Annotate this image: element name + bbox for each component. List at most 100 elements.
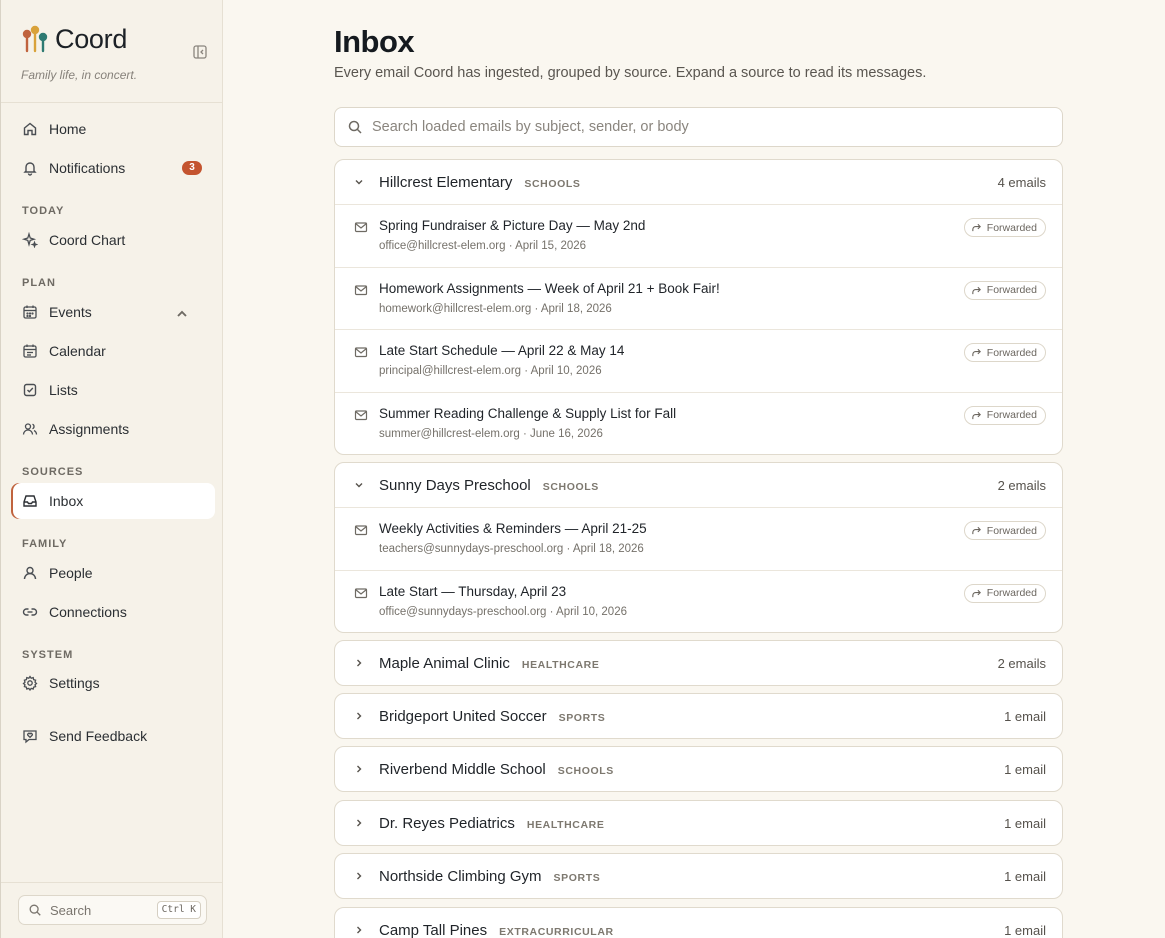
sidebar-footer: Search Ctrl K — [1, 882, 223, 938]
nav-item-calendar[interactable]: Calendar — [11, 333, 215, 369]
nav-item-connections[interactable]: Connections — [11, 594, 215, 630]
nav-item-send-feedback[interactable]: Send Feedback — [11, 718, 215, 754]
brand-tagline: Family life, in concert. — [21, 68, 138, 82]
email-meta: office@sunnydays-preschool.org · April 1… — [379, 605, 627, 618]
collapse-sidebar-icon[interactable] — [192, 44, 208, 60]
nav-item-home[interactable]: Home — [11, 111, 215, 147]
mail-icon — [354, 347, 368, 358]
source-category-tag: HEALTHCARE — [526, 818, 605, 831]
source-group-header[interactable]: Bridgeport United Soccer SPORTS 1 email — [335, 694, 1062, 738]
source-name-text: Dr. Reyes Pediatrics — [379, 814, 515, 832]
email-subject: Spring Fundraiser & Picture Day — May 2n… — [379, 218, 646, 233]
nav-item-events[interactable]: Events — [11, 294, 215, 330]
chevron-right-icon — [357, 819, 362, 827]
nav-label-home: Home — [49, 121, 87, 137]
chevron-right-icon — [357, 926, 362, 934]
nav-item-assignments[interactable]: Assignments — [11, 411, 215, 447]
forward-arrow-icon — [972, 286, 981, 294]
email-row[interactable]: Homework Assignments — Week of April 21 … — [335, 266, 1062, 330]
source-name-text: Northside Climbing Gym — [379, 867, 542, 885]
calendar-grid-icon — [23, 305, 37, 319]
section-label-sources: SOURCES — [22, 466, 84, 478]
source-group-header[interactable]: Maple Animal Clinic HEALTHCARE 2 emails — [335, 641, 1062, 685]
email-row[interactable]: Late Start Schedule — April 22 & May 14 p… — [335, 329, 1062, 392]
forwarded-label: Forwarded — [986, 587, 1037, 599]
source-group-header[interactable]: Sunny Days Preschool SCHOOLS 2 emails — [335, 463, 1062, 507]
source-group-header[interactable]: Riverbend Middle School SCHOOLS 1 email — [335, 747, 1062, 791]
source-category-tag: EXTRACURRICULAR — [499, 925, 614, 938]
mail-icon — [354, 409, 368, 420]
forward-arrow-icon — [972, 348, 981, 357]
email-meta: office@hillcrest-elem.org · April 15, 20… — [379, 240, 587, 252]
section-label-system: SYSTEM — [22, 649, 74, 661]
source-group-header[interactable]: Dr. Reyes Pediatrics HEALTHCARE 1 email — [335, 801, 1062, 845]
source-group: Dr. Reyes Pediatrics HEALTHCARE 1 email — [334, 800, 1063, 846]
nav-item-coord-chart[interactable]: Coord Chart — [11, 222, 215, 258]
forwarded-badge: Forwarded — [963, 280, 1046, 300]
source-name-text: Camp Tall Pines — [379, 921, 488, 938]
nav-item-notifications[interactable]: Notifications 3 — [11, 150, 215, 186]
source-category-tag: SCHOOLS — [542, 480, 599, 493]
source-group: Bridgeport United Soccer SPORTS 1 email — [334, 693, 1063, 739]
source-group-header[interactable]: Northside Climbing Gym SPORTS 1 email — [335, 854, 1062, 898]
sidebar: Coord Family life, in concert. Home Noti… — [0, 0, 223, 938]
sidebar-search-button[interactable]: Search Ctrl K — [18, 895, 207, 925]
source-name: Northside Climbing Gym SPORTS — [379, 868, 600, 885]
notifications-badge: 3 — [182, 161, 202, 175]
calendar-icon — [23, 344, 37, 358]
mail-icon — [354, 284, 368, 295]
forwarded-label: Forwarded — [986, 284, 1037, 296]
forward-arrow-icon — [972, 526, 981, 535]
source-name: Maple Animal Clinic HEALTHCARE — [379, 655, 599, 672]
nav-item-settings[interactable]: Settings — [11, 665, 215, 701]
email-search-box[interactable] — [334, 107, 1063, 147]
mail-icon — [354, 587, 368, 598]
forwarded-badge: Forwarded — [963, 583, 1046, 603]
source-name-text: Sunny Days Preschool — [379, 476, 531, 494]
section-label-today: TODAY — [22, 205, 65, 217]
email-search-input[interactable] — [372, 119, 1012, 135]
source-email-count: 4 emails — [997, 174, 1046, 190]
source-group: Camp Tall Pines EXTRACURRICULAR 1 email — [334, 907, 1063, 938]
source-group-header[interactable]: Camp Tall Pines EXTRACURRICULAR 1 email — [335, 908, 1062, 938]
email-row[interactable]: Summer Reading Challenge & Supply List f… — [335, 391, 1062, 455]
source-email-count: 1 email — [1004, 761, 1046, 777]
email-subject: Homework Assignments — Week of April 21 … — [379, 280, 720, 296]
chevron-up-icon[interactable] — [174, 306, 190, 322]
source-category-tag: SPORTS — [553, 871, 601, 884]
email-row[interactable]: Late Start — Thursday, April 23 office@su… — [335, 569, 1062, 633]
email-row[interactable]: Weekly Activities & Reminders — April 21… — [335, 507, 1062, 570]
home-icon — [23, 122, 37, 136]
source-name: Bridgeport United Soccer SPORTS — [379, 708, 605, 725]
nav-label-people: People — [49, 565, 93, 581]
source-name-text: Hillcrest Elementary — [379, 173, 513, 191]
checkbox-icon — [23, 383, 37, 397]
bell-icon — [23, 162, 37, 176]
email-meta: teachers@sunnydays-preschool.org · April… — [379, 543, 644, 555]
nav-label-connections: Connections — [49, 604, 127, 620]
source-email-count: 2 emails — [997, 655, 1046, 671]
source-group: Maple Animal Clinic HEALTHCARE 2 emails — [334, 640, 1063, 686]
nav-item-inbox[interactable]: Inbox — [11, 483, 215, 519]
forward-arrow-icon — [972, 589, 981, 597]
forwarded-badge: Forwarded — [963, 218, 1046, 237]
source-group-header[interactable]: Hillcrest Elementary SCHOOLS 4 emails — [335, 160, 1062, 204]
source-email-count: 1 email — [1004, 922, 1046, 938]
nav-item-lists[interactable]: Lists — [11, 372, 215, 408]
source-name: Sunny Days Preschool SCHOOLS — [379, 477, 599, 494]
source-name-text: Maple Animal Clinic — [379, 654, 510, 672]
nav-label-calendar: Calendar — [49, 343, 106, 359]
source-email-count: 2 emails — [997, 477, 1046, 493]
email-subject: Summer Reading Challenge & Supply List f… — [379, 405, 677, 421]
feedback-heart-icon — [23, 730, 37, 744]
mail-icon — [354, 222, 368, 233]
email-subject: Weekly Activities & Reminders — April 21… — [379, 521, 647, 536]
email-row[interactable]: Spring Fundraiser & Picture Day — May 2n… — [335, 204, 1062, 267]
brand-name: Coord — [55, 23, 128, 54]
forward-arrow-icon — [972, 223, 981, 232]
source-name: Hillcrest Elementary SCHOOLS — [379, 174, 581, 191]
forwarded-label: Forwarded — [986, 346, 1037, 359]
page-title: Inbox — [334, 24, 415, 59]
nav-item-people[interactable]: People — [11, 555, 215, 591]
nav-label-notifications: Notifications — [49, 160, 126, 176]
